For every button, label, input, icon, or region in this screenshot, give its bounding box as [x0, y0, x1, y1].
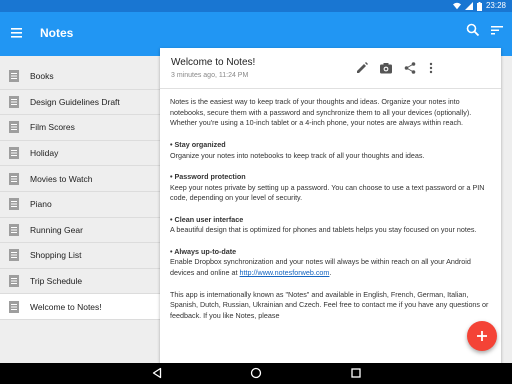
note-document-icon	[9, 70, 19, 83]
list-item[interactable]: Books	[0, 64, 160, 90]
section-title: • Clean user interface	[170, 214, 244, 224]
app-title: Notes	[40, 26, 74, 40]
section-body: Organize your notes into notebooks to ke…	[170, 150, 425, 160]
note-section: • Clean user interface A beautiful desig…	[170, 215, 494, 236]
section-title: • Stay organized	[170, 139, 226, 149]
navigation-bar	[0, 363, 512, 384]
add-note-button[interactable]	[467, 321, 497, 351]
list-item[interactable]: Piano	[0, 192, 160, 218]
wifi-icon	[452, 2, 461, 10]
note-document-icon	[9, 275, 19, 288]
section-title: • Always up-to-date	[170, 246, 237, 256]
recents-icon[interactable]	[350, 367, 362, 379]
list-item-label: Holiday	[30, 148, 59, 159]
list-item-label: Piano	[30, 199, 52, 210]
list-item-label: Running Gear	[30, 224, 83, 235]
signal-icon	[464, 2, 473, 10]
list-item-selected[interactable]: Welcome to Notes!	[0, 294, 160, 320]
note-document-icon	[9, 300, 19, 313]
note-timestamp: 3 minutes ago, 11:24 PM	[171, 72, 249, 79]
section-title: • Password protection	[170, 171, 246, 181]
note-document-icon	[9, 198, 19, 211]
note-document-icon	[9, 95, 19, 108]
website-link[interactable]: http://www.notesforweb.com	[240, 268, 330, 277]
note-section: • Password protection Keep your notes pr…	[170, 172, 494, 204]
note-section: • Stay organized Organize your notes int…	[170, 140, 494, 161]
list-item[interactable]: Design Guidelines Draft	[0, 90, 160, 116]
section-body: Keep your notes private by setting up a …	[170, 182, 485, 203]
menu-icon[interactable]	[10, 25, 26, 41]
share-icon[interactable]	[403, 61, 417, 75]
list-item-label: Trip Schedule	[30, 276, 83, 287]
note-body[interactable]: Notes is the easiest way to keep track o…	[170, 97, 494, 384]
header-divider	[160, 88, 501, 89]
section-body-end: .	[329, 268, 332, 278]
note-document-icon	[9, 147, 19, 160]
list-item[interactable]: Film Scores	[0, 115, 160, 141]
list-item-label: Books	[30, 71, 54, 82]
note-document-icon	[9, 249, 19, 262]
note-document-icon	[9, 121, 19, 134]
list-item-label: Shopping List	[30, 250, 82, 261]
note-detail-card: Welcome to Notes! 3 minutes ago, 11:24 P…	[160, 48, 501, 384]
list-item[interactable]: Movies to Watch	[0, 166, 160, 192]
note-document-icon	[9, 172, 19, 185]
back-icon[interactable]	[151, 367, 163, 379]
battery-icon	[476, 1, 482, 11]
list-item[interactable]: Running Gear	[0, 218, 160, 244]
section-body: A beautiful design that is optimized for…	[170, 225, 477, 235]
more-vert-icon[interactable]	[424, 61, 438, 75]
list-item-label: Film Scores	[30, 122, 75, 133]
list-item[interactable]: Holiday	[0, 141, 160, 167]
list-item[interactable]: Shopping List	[0, 243, 160, 269]
list-item-label: Design Guidelines Draft	[30, 96, 120, 107]
search-icon[interactable]	[465, 22, 481, 38]
list-item-label: Welcome to Notes!	[30, 301, 102, 312]
note-section: • Always up-to-date Enable Dropbox synch…	[170, 247, 494, 279]
sort-icon[interactable]	[489, 22, 505, 38]
add-icon	[477, 331, 487, 341]
edit-icon[interactable]	[355, 61, 369, 75]
camera-icon[interactable]	[379, 61, 393, 75]
note-intro: Notes is the easiest way to keep track o…	[170, 97, 472, 128]
notes-list: Books Design Guidelines Draft Film Score…	[0, 64, 160, 320]
status-time: 23:28	[485, 1, 506, 10]
note-document-icon	[9, 223, 19, 236]
note-outro: This app is internationally known as "No…	[170, 289, 489, 320]
note-header: Welcome to Notes! 3 minutes ago, 11:24 P…	[160, 48, 501, 88]
status-bar: 23:28	[0, 0, 512, 12]
list-item[interactable]: Trip Schedule	[0, 269, 160, 295]
home-icon[interactable]	[250, 367, 262, 379]
list-item-label: Movies to Watch	[30, 173, 93, 184]
note-title: Welcome to Notes!	[171, 57, 256, 68]
